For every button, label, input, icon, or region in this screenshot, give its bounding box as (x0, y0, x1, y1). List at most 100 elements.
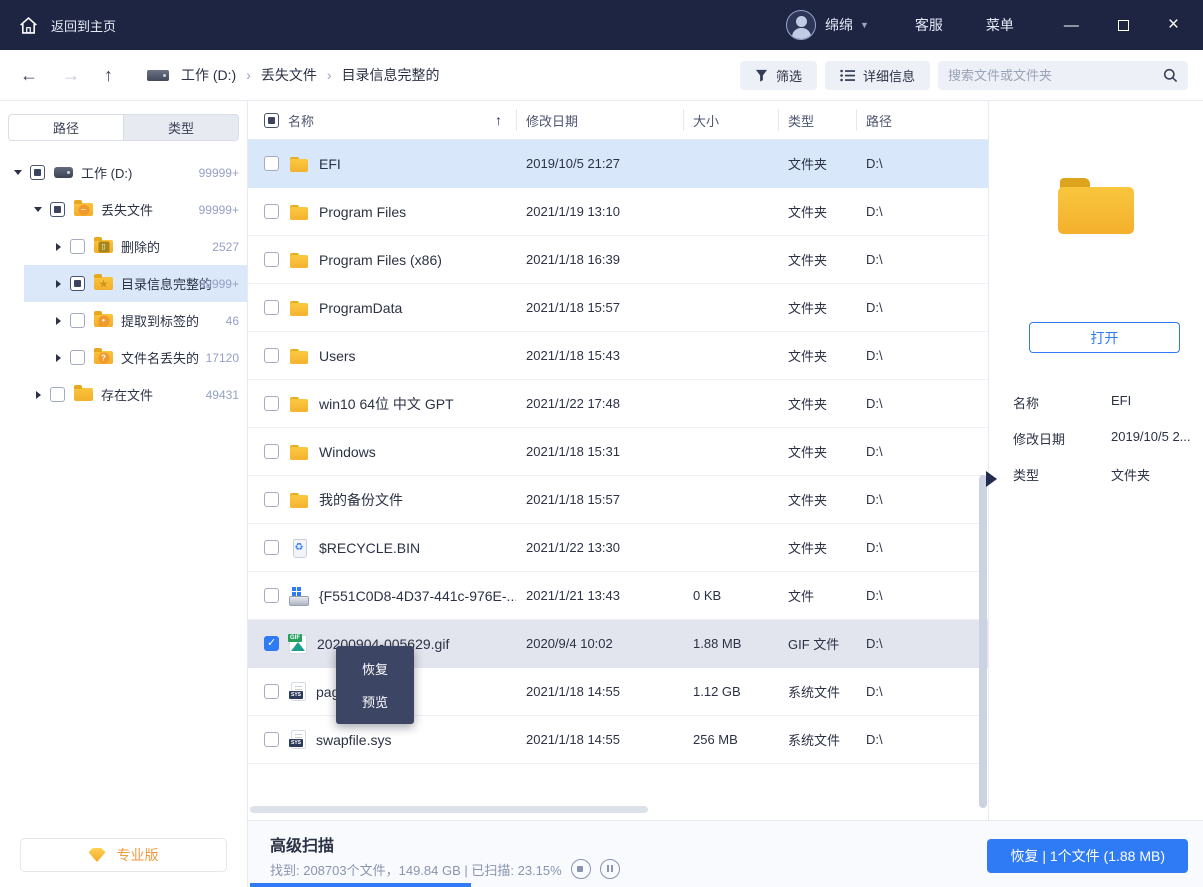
tree-checkbox[interactable] (70, 350, 85, 365)
row-checkbox[interactable] (264, 636, 279, 651)
gem-icon (88, 848, 106, 862)
table-row[interactable]: Windows 2021/1/18 15:31 文件夹 D:\ (248, 428, 988, 476)
column-header-date[interactable]: 修改日期 (516, 101, 683, 139)
row-checkbox[interactable] (264, 396, 279, 411)
search-input[interactable] (948, 67, 1163, 83)
tree-item[interactable]: 文件名丢失的 17120 (0, 339, 247, 376)
open-button[interactable]: 打开 (1029, 322, 1180, 353)
pro-version-button[interactable]: 专业版 (20, 838, 227, 872)
sidebar-tab[interactable]: 类型 (123, 115, 238, 140)
table-row[interactable]: ProgramData 2021/1/18 15:57 文件夹 D:\ (248, 284, 988, 332)
row-checkbox[interactable] (264, 300, 279, 315)
nav-forward-button[interactable]: → (62, 66, 80, 84)
breadcrumb-item[interactable]: 丢失文件 (261, 65, 317, 85)
titlebar: 返回到主页 绵绵 ▼ 客服 菜单 — × (0, 0, 1203, 50)
name-cell: Program Files (248, 202, 516, 222)
file-path: D:\ (866, 684, 883, 699)
panel-collapse-toggle[interactable] (986, 471, 997, 487)
expand-arrow-icon[interactable] (50, 354, 66, 362)
file-icon (288, 633, 307, 654)
expand-arrow-icon[interactable] (50, 280, 66, 288)
user-avatar[interactable] (785, 10, 816, 40)
nav-back-button[interactable]: ← (20, 66, 38, 84)
file-path: D:\ (866, 540, 883, 555)
table-row[interactable]: Program Files 2021/1/19 13:10 文件夹 D:\ (248, 188, 988, 236)
tree-item[interactable]: 存在文件 49431 (0, 376, 247, 413)
row-checkbox[interactable] (264, 492, 279, 507)
tree-checkbox[interactable] (30, 165, 45, 180)
tree-checkbox[interactable] (70, 239, 85, 254)
list-details-icon (840, 69, 855, 82)
table-row[interactable]: Users 2021/1/18 15:43 文件夹 D:\ (248, 332, 988, 380)
detail-row: 修改日期 2019/10/5 2... (1013, 429, 1195, 448)
tree-item[interactable]: 工作 (D:) 99999+ (0, 154, 247, 191)
breadcrumb-item[interactable]: 目录信息完整的 (342, 65, 440, 85)
username[interactable]: 绵绵 (825, 15, 853, 35)
table-row[interactable]: Program Files (x86) 2021/1/18 16:39 文件夹 … (248, 236, 988, 284)
table-row[interactable]: win10 64位 中文 GPT 2021/1/22 17:48 文件夹 D:\ (248, 380, 988, 428)
row-checkbox[interactable] (264, 204, 279, 219)
tree-checkbox[interactable] (70, 313, 85, 328)
back-to-home-button[interactable]: 返回到主页 (18, 15, 116, 36)
open-button-label: 打开 (1090, 329, 1119, 346)
file-icon (289, 346, 309, 366)
filter-button[interactable]: 筛选 (739, 60, 817, 90)
file-path: D:\ (866, 156, 883, 171)
search-icon[interactable] (1163, 68, 1178, 83)
sidebar-tab[interactable]: 路径 (9, 115, 123, 140)
table-row[interactable]: 我的备份文件 2021/1/18 15:57 文件夹 D:\ (248, 476, 988, 524)
nav-up-button[interactable]: ↑ (104, 66, 113, 84)
row-checkbox[interactable] (264, 348, 279, 363)
row-checkbox[interactable] (264, 252, 279, 267)
row-checkbox[interactable] (264, 732, 279, 747)
expand-arrow-icon[interactable] (10, 170, 26, 175)
horizontal-scrollbar[interactable] (250, 806, 648, 813)
tree-checkbox[interactable] (50, 387, 65, 402)
expand-arrow-icon[interactable] (50, 243, 66, 251)
row-checkbox[interactable] (264, 540, 279, 555)
expand-arrow-icon[interactable] (30, 207, 46, 212)
expand-arrow-icon[interactable] (30, 391, 46, 399)
row-checkbox[interactable] (264, 444, 279, 459)
tree-checkbox[interactable] (70, 276, 85, 291)
minimize-button[interactable]: — (1064, 17, 1079, 34)
vertical-scrollbar[interactable] (979, 475, 987, 808)
name-cell: $RECYCLE.BIN (248, 538, 516, 558)
table-row[interactable]: {F551C0D8-4D37-441c-976E-... 2021/1/21 1… (248, 572, 988, 620)
column-header-name[interactable]: 名称 ↑ (248, 101, 516, 139)
expand-arrow-icon[interactable] (50, 317, 66, 325)
row-checkbox[interactable] (264, 588, 279, 603)
maximize-button[interactable] (1117, 19, 1129, 31)
details-button[interactable]: 详细信息 (824, 60, 930, 90)
select-all-checkbox[interactable] (264, 112, 279, 128)
close-button[interactable]: × (1168, 14, 1179, 36)
tree-item[interactable]: 提取到标签的 46 (0, 302, 247, 339)
breadcrumb-item[interactable]: 工作 (D:) (181, 65, 236, 85)
row-checkbox[interactable] (264, 156, 279, 171)
tree-item-label: 丢失文件 (101, 203, 154, 218)
context-menu-item[interactable]: 预览 (336, 685, 414, 718)
column-header-type[interactable]: 类型 (778, 101, 856, 139)
context-menu-item[interactable]: 恢复 (336, 652, 414, 685)
tree-item[interactable]: 丢失文件 99999+ (0, 191, 247, 228)
column-header-path[interactable]: 路径 (856, 101, 988, 139)
tree-item-label: 文件名丢失的 (121, 351, 200, 366)
table-row[interactable]: $RECYCLE.BIN 2021/1/22 13:30 文件夹 D:\ (248, 524, 988, 572)
tree-item[interactable]: 删除的 2527 (0, 228, 247, 265)
tree-checkbox[interactable] (50, 202, 65, 217)
recover-button[interactable]: 恢复 | 1个文件 (1.88 MB) (987, 839, 1188, 873)
pause-scan-button[interactable] (599, 859, 620, 879)
sort-ascending-icon[interactable]: ↑ (495, 112, 502, 128)
stop-scan-button[interactable] (570, 859, 591, 879)
user-menu-caret-icon[interactable]: ▼ (860, 20, 869, 30)
tree-item[interactable]: 目录信息完整的 99999+ (0, 265, 247, 302)
support-link[interactable]: 客服 (915, 15, 943, 35)
file-date: 2019/10/5 21:27 (526, 156, 620, 171)
toolbar: ← → ↑ › 工作 (D:) › 丢失文件 › 目录信息完整的 筛选 (0, 50, 1203, 101)
name-cell: 我的备份文件 (248, 490, 516, 510)
row-checkbox[interactable] (264, 684, 279, 699)
table-row[interactable]: EFI 2019/10/5 21:27 文件夹 D:\ (248, 140, 988, 188)
column-header-size[interactable]: 大小 (683, 101, 778, 139)
menu-link[interactable]: 菜单 (986, 15, 1014, 35)
sidebar: 路径 类型 工作 (D:) 99999+ 丢失文件 99999+ (0, 101, 248, 887)
